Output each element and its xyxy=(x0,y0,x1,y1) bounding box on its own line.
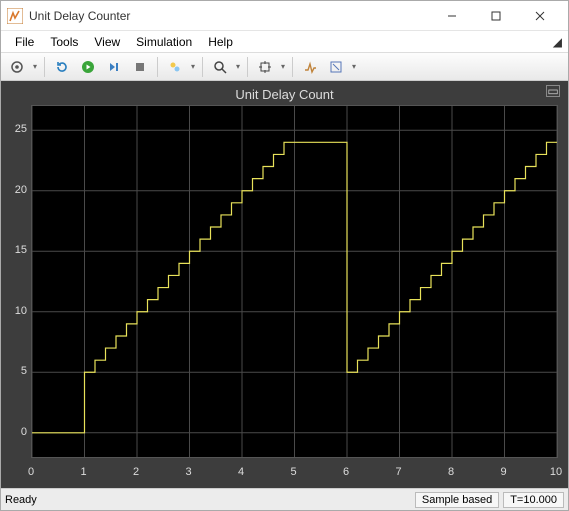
status-mode: Sample based xyxy=(415,492,499,508)
menu-help[interactable]: Help xyxy=(200,33,241,51)
autoscale-button[interactable] xyxy=(253,56,277,78)
run-button[interactable] xyxy=(76,56,100,78)
xtick: 6 xyxy=(343,466,349,478)
close-button[interactable] xyxy=(518,2,562,30)
xtick: 9 xyxy=(500,466,506,478)
zoom-button[interactable] xyxy=(208,56,232,78)
stop-button[interactable] xyxy=(128,56,152,78)
menu-file[interactable]: File xyxy=(7,33,42,51)
status-time: T=10.000 xyxy=(503,492,564,508)
step-forward-button[interactable] xyxy=(102,56,126,78)
xtick: 10 xyxy=(550,466,562,478)
ytick: 15 xyxy=(1,244,27,256)
statusbar: Ready Sample based T=10.000 xyxy=(1,488,568,510)
triggers-button[interactable] xyxy=(298,56,322,78)
restart-button[interactable] xyxy=(50,56,74,78)
highlight-caret[interactable]: ▾ xyxy=(189,62,197,71)
menu-simulation[interactable]: Simulation xyxy=(128,33,200,51)
status-ready: Ready xyxy=(5,494,37,506)
xtick: 0 xyxy=(28,466,34,478)
highlight-button[interactable] xyxy=(163,56,187,78)
maximize-button[interactable] xyxy=(474,2,518,30)
measurements-button[interactable] xyxy=(324,56,348,78)
ytick: 5 xyxy=(1,365,27,377)
xtick: 3 xyxy=(185,466,191,478)
plot-area[interactable]: 0510152025012345678910 xyxy=(31,105,558,458)
xtick: 7 xyxy=(395,466,401,478)
xtick: 5 xyxy=(290,466,296,478)
ytick: 10 xyxy=(1,305,27,317)
menu-view[interactable]: View xyxy=(86,33,128,51)
xtick: 2 xyxy=(133,466,139,478)
ytick: 0 xyxy=(1,426,27,438)
xtick: 1 xyxy=(80,466,86,478)
autoscale-caret[interactable]: ▾ xyxy=(279,62,287,71)
config-gear-button[interactable] xyxy=(5,56,29,78)
maximize-axes-icon[interactable]: ▭ xyxy=(546,85,560,97)
ytick: 20 xyxy=(1,184,27,196)
xtick: 4 xyxy=(238,466,244,478)
minimize-button[interactable] xyxy=(430,2,474,30)
menubar: FileToolsViewSimulationHelp ◢ xyxy=(1,31,568,53)
zoom-caret[interactable]: ▾ xyxy=(234,62,242,71)
menu-overflow-icon[interactable]: ◢ xyxy=(553,35,562,49)
scope-area: Unit Delay Count ▭ 051015202501234567891… xyxy=(1,81,568,488)
config-gear-caret[interactable]: ▾ xyxy=(31,62,39,71)
menu-tools[interactable]: Tools xyxy=(42,33,86,51)
titlebar: Unit Delay Counter xyxy=(1,1,568,31)
ytick: 25 xyxy=(1,123,27,135)
toolbar: ▾ ▾ ▾ ▾ ▾ xyxy=(1,53,568,81)
app-icon xyxy=(7,8,23,24)
window-title: Unit Delay Counter xyxy=(29,9,130,23)
xtick: 8 xyxy=(448,466,454,478)
scope-title: Unit Delay Count xyxy=(7,87,562,105)
measurements-caret[interactable]: ▾ xyxy=(350,62,358,71)
